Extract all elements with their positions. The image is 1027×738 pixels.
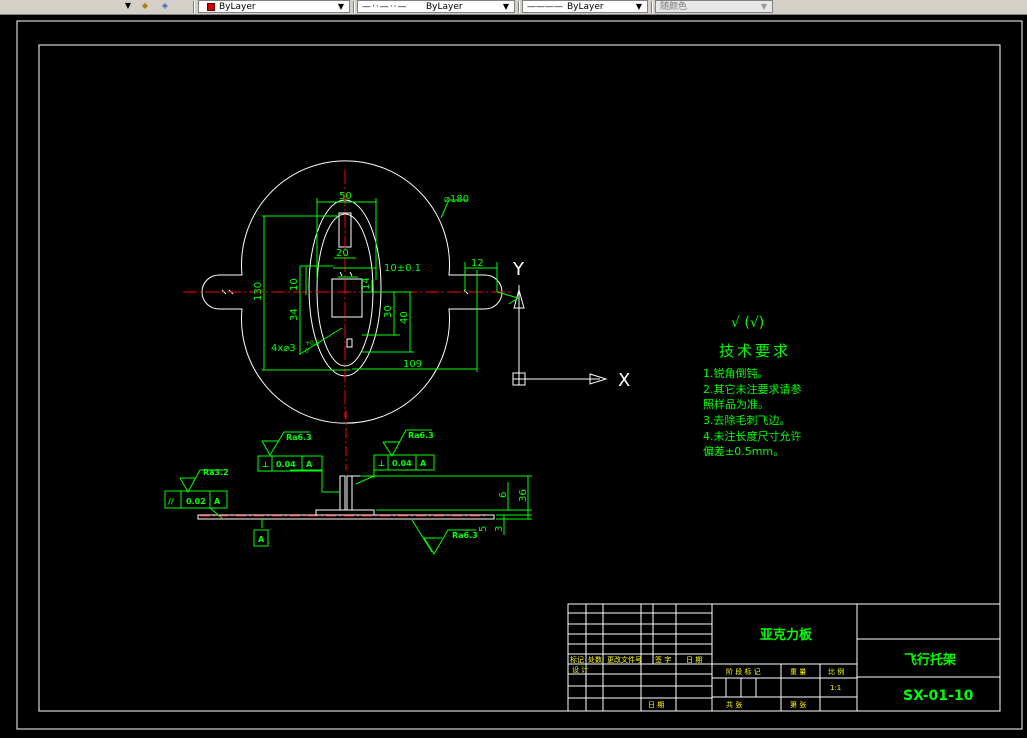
center-slot <box>331 278 363 318</box>
tb-sheet-number: 第 张 <box>790 700 806 709</box>
dim-130: 130 <box>253 282 264 301</box>
gdt-parallel-value: 0.02 <box>186 497 206 506</box>
note-line-5: 4.未注长度尺寸允许 <box>703 429 802 443</box>
roughness-label-1: Ra6.3 <box>286 433 312 442</box>
dim-diameter-180: ⌀180 <box>444 194 469 205</box>
chevron-down-icon[interactable]: ▼ <box>633 1 645 13</box>
gdt-perp-value-1: 0.04 <box>276 460 296 469</box>
dim-holes-lower-tol: 0 <box>305 348 309 355</box>
gdt-perp-symbol-2: ⊥ <box>378 459 385 468</box>
dim-40: 40 <box>399 311 410 324</box>
toolbar-separator <box>651 1 653 13</box>
dim-4x-holes: 4x⌀3 <box>271 343 296 354</box>
gdt-perp-symbol-1: ⊥ <box>262 460 269 469</box>
datum-a-label: A <box>258 535 265 544</box>
layer-states-icon[interactable]: ◆ <box>137 0 153 12</box>
technical-requirements-title: 技术要求 <box>719 342 791 360</box>
gdt-perp-datum-2: A <box>420 459 427 468</box>
ucs-x-label: X <box>618 370 630 391</box>
tb-total-sheets: 共 张 <box>726 700 742 709</box>
dim-30: 30 <box>383 305 394 318</box>
tb-header-sign: 签 字 <box>655 655 671 664</box>
dim-36: 36 <box>518 489 529 502</box>
toolbar-separator <box>353 1 355 13</box>
lower-tab <box>346 338 353 348</box>
note-line-4: 3.去除毛刺飞边。 <box>703 413 791 427</box>
chevron-down-icon[interactable]: ▼ <box>500 1 512 13</box>
dropdown-arrow-icon[interactable]: ▼ <box>122 0 134 12</box>
lineweight-control-dropdown[interactable]: ———— ByLayer ▼ <box>522 0 648 13</box>
title-material: 亚克力板 <box>760 627 813 643</box>
ucs-icon <box>512 285 608 386</box>
gdt-perp-value-2: 0.04 <box>392 459 412 468</box>
plot-style-label: 随颜色 <box>660 2 688 12</box>
leader-line <box>496 291 520 305</box>
title-part-name: 飞行托架 <box>904 652 956 668</box>
ucs-y-label: Y <box>512 259 525 280</box>
title-drawing-number: SX-01-10 <box>903 688 974 704</box>
note-line-2: 2.其它未注要求请参 <box>703 382 802 396</box>
lineweight-label: ByLayer <box>567 2 604 12</box>
lineweight-preview: ———— <box>527 2 563 12</box>
color-label: ByLayer <box>219 2 256 12</box>
roughness-label-3: Ra3.2 <box>203 468 229 477</box>
plot-style-dropdown[interactable]: 随颜色 ▼ <box>655 0 773 13</box>
dim-6: 6 <box>498 492 509 498</box>
tb-header-doc: 更改文件号 <box>607 655 642 664</box>
dim-10: 10 <box>289 278 300 291</box>
linetype-control-dropdown[interactable]: —··—··— ByLayer ▼ <box>357 0 515 13</box>
gdt-perp-datum-1: A <box>306 460 313 469</box>
tb-header-count: 处数 <box>588 655 602 664</box>
color-control-dropdown[interactable]: ByLayer ▼ <box>198 0 350 13</box>
tb-header-scale: 比 例 <box>828 667 844 676</box>
color-swatch <box>207 3 215 11</box>
dim-20: 20 <box>336 248 349 259</box>
linetype-label: ByLayer <box>426 2 463 12</box>
layer-previous-icon[interactable]: ◈ <box>157 0 173 12</box>
note-line-3: 照样品为准。 <box>703 397 769 411</box>
tb-header-design: 设 计 <box>572 665 588 674</box>
properties-toolbar: ▼ ◆ ◈ ByLayer ▼ —··—··— ByLayer ▼ ———— B… <box>0 0 1027 15</box>
chevron-down-icon[interactable]: ▼ <box>758 1 770 13</box>
tb-scale-value: 1:1 <box>830 684 841 692</box>
side-view-outline <box>197 475 495 520</box>
dim-34: 34 <box>289 308 300 321</box>
dim-holes-upper-tol: +0.5 <box>305 340 320 347</box>
gdt-parallel-symbol: // <box>168 497 174 506</box>
chevron-down-icon[interactable]: ▼ <box>335 1 347 13</box>
side-centerline <box>200 410 488 517</box>
cad-drawing[interactable]: 50 ⌀180 20 10±0.1 12 130 10 34 14 30 40 … <box>0 15 1027 734</box>
dim-14: 14 <box>361 277 372 290</box>
dim-5: 5 <box>478 526 489 532</box>
roughness-note-symbol: √ (√) <box>731 315 764 331</box>
dim-3: 3 <box>494 526 505 532</box>
dim-50: 50 <box>339 191 352 202</box>
tb-date-bottom: 日 期 <box>648 701 664 709</box>
dim-12: 12 <box>471 258 484 269</box>
tb-header-stage: 阶 段 标 记 <box>726 667 761 676</box>
note-line-6: 偏差±0.5mm。 <box>703 444 784 458</box>
drawing-canvas[interactable]: 50 ⌀180 20 10±0.1 12 130 10 34 14 30 40 … <box>0 15 1027 734</box>
toolbar-separator <box>193 1 195 13</box>
roughness-label-2: Ra6.3 <box>408 431 434 440</box>
gdt-parallel-datum: A <box>214 497 221 506</box>
toolbar-separator <box>518 1 520 13</box>
roughness-label-4: Ra6.3 <box>452 531 478 540</box>
linetype-preview: —··—··— <box>362 2 408 12</box>
note-line-1: 1.锐角倒钝。 <box>703 366 769 380</box>
tb-header-weight: 重 量 <box>790 668 806 676</box>
tb-header-mark: 标记 <box>570 655 584 664</box>
dim-10-tolerance: 10±0.1 <box>384 263 421 274</box>
dim-109: 109 <box>403 359 422 370</box>
tb-header-date: 日 期 <box>686 656 702 664</box>
